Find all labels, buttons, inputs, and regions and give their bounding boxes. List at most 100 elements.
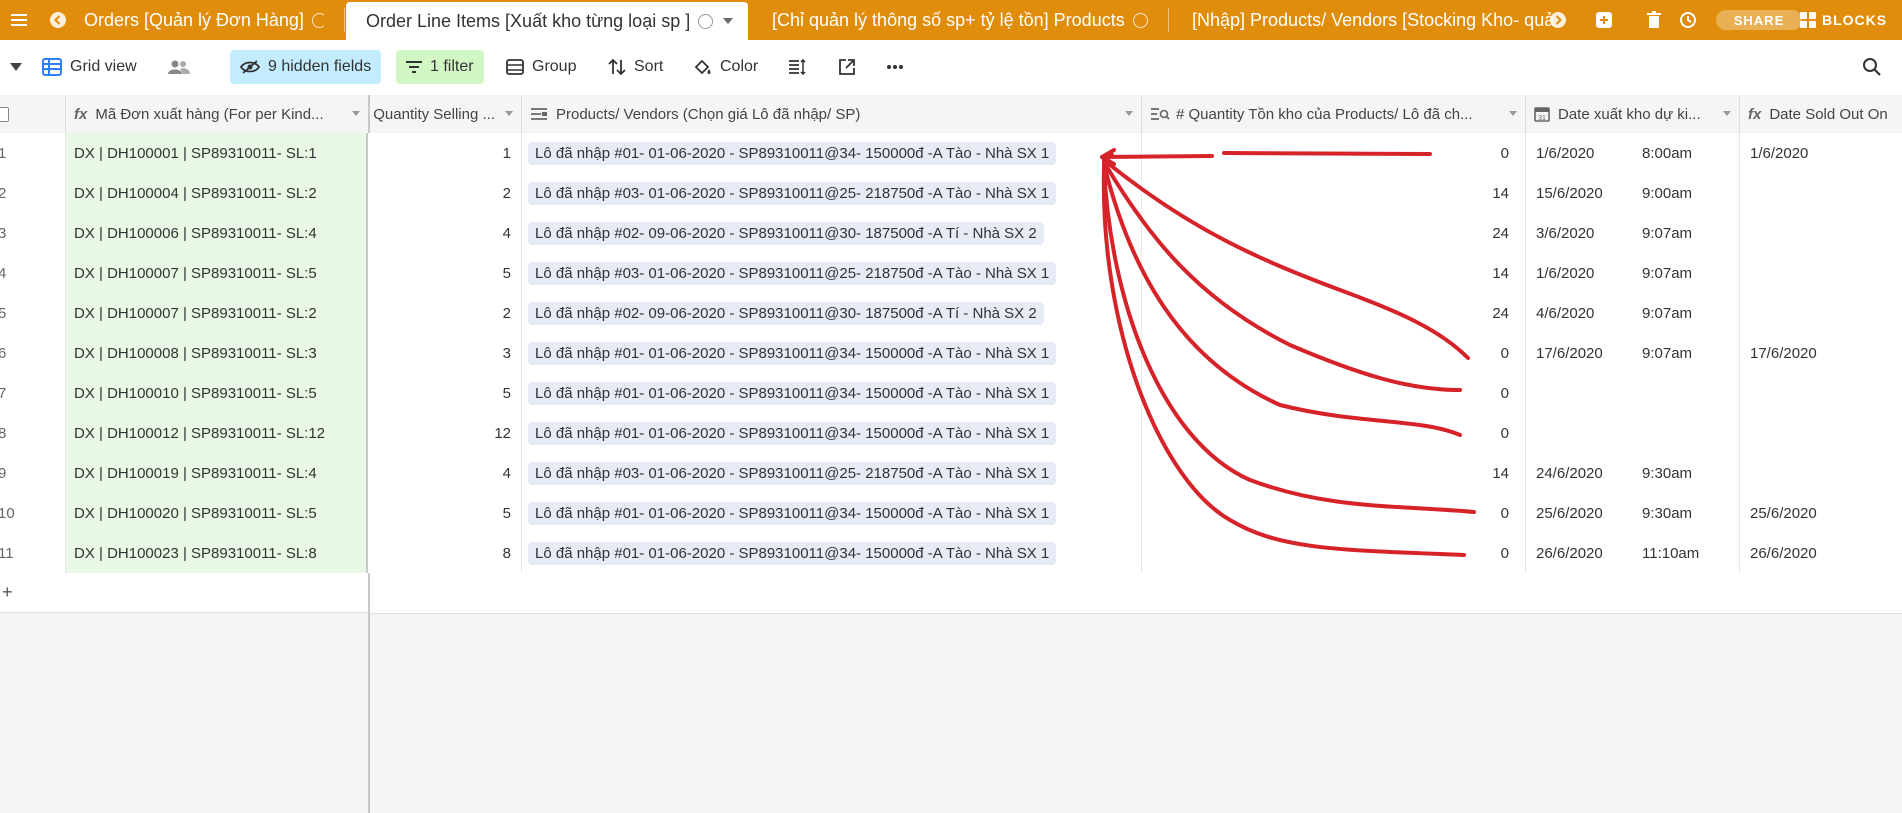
blocks-button[interactable]: BLOCKS bbox=[1800, 0, 1887, 40]
tab-orders[interactable]: Orders [Quản lý Đơn Hàng] bbox=[84, 0, 324, 40]
order-code-cell[interactable]: DX | DH100001 | SP89310011- SL:1 bbox=[66, 133, 368, 173]
history-icon[interactable] bbox=[1676, 0, 1700, 40]
table-row[interactable]: 8 DX | DH100012 | SP89310011- SL:1212Lô đ… bbox=[0, 413, 1902, 454]
order-code-cell[interactable]: DX | DH100012 | SP89310011- SL:12 bbox=[66, 413, 368, 453]
table-row[interactable]: 10 DX | DH100020 | SP89310011- SL:55Lô đã… bbox=[0, 493, 1902, 534]
column-header-stock[interactable]: # Quantity Tồn kho của Products/ Lô đã c… bbox=[1142, 95, 1526, 133]
stock-cell[interactable]: 0 bbox=[1142, 413, 1526, 453]
trash-icon[interactable] bbox=[1642, 0, 1666, 40]
product-cell[interactable]: Lô đã nhập #02- 09-06-2020 - SP89310011@… bbox=[522, 293, 1142, 333]
table-row[interactable]: 11 DX | DH100023 | SP89310011- SL:88Lô đã… bbox=[0, 533, 1902, 574]
table-row[interactable]: 7 DX | DH100010 | SP89310011- SL:55Lô đã … bbox=[0, 373, 1902, 414]
collaborators-icon[interactable] bbox=[168, 50, 198, 84]
stock-cell[interactable]: 24 bbox=[1142, 293, 1526, 333]
quantity-cell[interactable]: 4 bbox=[370, 453, 522, 493]
date-cell[interactable]: 17/6/2020 9:07am bbox=[1526, 333, 1740, 373]
date-cell[interactable]: 25/6/2020 9:30am bbox=[1526, 493, 1740, 533]
stock-cell[interactable]: 0 bbox=[1142, 333, 1526, 373]
linked-record-chip[interactable]: Lô đã nhập #02- 09-06-2020 - SP89310011@… bbox=[528, 221, 1044, 245]
group-button[interactable]: Group bbox=[506, 50, 576, 84]
product-cell[interactable]: Lô đã nhập #02- 09-06-2020 - SP89310011@… bbox=[522, 213, 1142, 253]
view-switcher[interactable]: Grid view bbox=[42, 50, 137, 84]
row-number[interactable]: 8 bbox=[0, 413, 66, 453]
quantity-cell[interactable]: 2 bbox=[370, 293, 522, 333]
hidden-fields-button[interactable]: 9 hidden fields bbox=[230, 50, 382, 84]
date-cell[interactable] bbox=[1526, 373, 1740, 413]
product-cell[interactable]: Lô đã nhập #01- 01-06-2020 - SP89310011@… bbox=[522, 333, 1142, 373]
row-number[interactable]: 6 bbox=[0, 333, 66, 373]
info-icon[interactable] bbox=[698, 13, 714, 29]
table-row[interactable]: 4 DX | DH100007 | SP89310011- SL:55Lô đã … bbox=[0, 253, 1902, 294]
order-code-cell[interactable]: DX | DH100008 | SP89310011- SL:3 bbox=[66, 333, 368, 373]
row-number[interactable]: 2 bbox=[0, 173, 66, 213]
table-row[interactable]: 1DX | DH100001 | SP89310011- SL:11Lô đã … bbox=[0, 133, 1902, 174]
sold-out-date-cell[interactable]: 25/6/2020 bbox=[1740, 493, 1902, 533]
info-icon[interactable] bbox=[311, 12, 324, 28]
column-header-code[interactable]: fx Mã Đơn xuất hàng (For per Kind... bbox=[66, 95, 370, 133]
add-table-icon[interactable] bbox=[1592, 0, 1616, 40]
date-cell[interactable] bbox=[1526, 413, 1740, 453]
sold-out-date-cell[interactable]: 17/6/2020 bbox=[1740, 333, 1902, 373]
product-cell[interactable]: Lô đã nhập #01- 01-06-2020 - SP89310011@… bbox=[522, 533, 1142, 573]
order-code-cell[interactable]: DX | DH100020 | SP89310011- SL:5 bbox=[66, 493, 368, 533]
order-code-cell[interactable]: DX | DH100006 | SP89310011- SL:4 bbox=[66, 213, 368, 253]
stock-cell[interactable]: 0 bbox=[1142, 373, 1526, 413]
linked-record-chip[interactable]: Lô đã nhập #01- 01-06-2020 - SP89310011@… bbox=[528, 381, 1057, 405]
menu-icon[interactable] bbox=[4, 0, 34, 40]
more-options-icon[interactable] bbox=[886, 50, 912, 84]
chevron-down-icon[interactable] bbox=[505, 111, 513, 116]
linked-record-chip[interactable]: Lô đã nhập #02- 09-06-2020 - SP89310011@… bbox=[528, 301, 1044, 325]
product-cell[interactable]: Lô đã nhập #03- 01-06-2020 - SP89310011@… bbox=[522, 453, 1142, 493]
linked-record-chip[interactable]: Lô đã nhập #01- 01-06-2020 - SP89310011@… bbox=[528, 501, 1057, 525]
views-toggle-icon[interactable] bbox=[10, 50, 30, 84]
order-code-cell[interactable]: DX | DH100007 | SP89310011- SL:2 bbox=[66, 293, 368, 333]
stock-cell[interactable]: 0 bbox=[1142, 533, 1526, 573]
date-cell[interactable]: 15/6/2020 9:00am bbox=[1526, 173, 1740, 213]
date-cell[interactable]: 1/6/2020 8:00am bbox=[1526, 133, 1740, 173]
color-button[interactable]: Color bbox=[694, 50, 758, 84]
row-height-icon[interactable] bbox=[788, 50, 814, 84]
quantity-cell[interactable]: 8 bbox=[370, 533, 522, 573]
linked-record-chip[interactable]: Lô đã nhập #01- 01-06-2020 - SP89310011@… bbox=[528, 341, 1057, 365]
stock-cell[interactable]: 14 bbox=[1142, 253, 1526, 293]
filter-button[interactable]: 1 filter bbox=[396, 50, 484, 84]
column-header-product[interactable]: Products/ Vendors (Chọn giá Lô đã nhập/ … bbox=[522, 95, 1142, 133]
quantity-cell[interactable]: 5 bbox=[370, 493, 522, 533]
row-number[interactable]: 1 bbox=[0, 133, 66, 173]
chevron-down-icon[interactable] bbox=[1125, 111, 1133, 116]
tab-products-vendors[interactable]: [Nhập] Products/ Vendors [Stocking Kho- … bbox=[1192, 0, 1554, 40]
sold-out-date-cell[interactable] bbox=[1740, 413, 1902, 453]
sold-out-date-cell[interactable] bbox=[1740, 173, 1902, 213]
order-code-cell[interactable]: DX | DH100010 | SP89310011- SL:5 bbox=[66, 373, 368, 413]
sold-out-date-cell[interactable] bbox=[1740, 373, 1902, 413]
sold-out-date-cell[interactable]: 26/6/2020 bbox=[1740, 533, 1902, 573]
scroll-right-icon[interactable] bbox=[1546, 0, 1570, 40]
sold-out-date-cell[interactable] bbox=[1740, 453, 1902, 493]
stock-cell[interactable]: 0 bbox=[1142, 133, 1526, 173]
sold-out-date-cell[interactable] bbox=[1740, 293, 1902, 333]
table-row[interactable]: 5 DX | DH100007 | SP89310011- SL:22Lô đã … bbox=[0, 293, 1902, 334]
share-button[interactable]: SHARE bbox=[1716, 10, 1802, 30]
order-code-cell[interactable]: DX | DH100007 | SP89310011- SL:5 bbox=[66, 253, 368, 293]
row-number[interactable]: 3 bbox=[0, 213, 66, 253]
date-cell[interactable]: 26/6/2020 11:10am bbox=[1526, 533, 1740, 573]
stock-cell[interactable]: 14 bbox=[1142, 453, 1526, 493]
quantity-cell[interactable]: 4 bbox=[370, 213, 522, 253]
row-number[interactable]: 10 bbox=[0, 493, 66, 533]
stock-cell[interactable]: 24 bbox=[1142, 213, 1526, 253]
table-row[interactable]: 6 DX | DH100008 | SP89310011- SL:33Lô đã … bbox=[0, 333, 1902, 374]
quantity-cell[interactable]: 5 bbox=[370, 253, 522, 293]
quantity-cell[interactable]: 12 bbox=[370, 413, 522, 453]
product-cell[interactable]: Lô đã nhập #03- 01-06-2020 - SP89310011@… bbox=[522, 173, 1142, 213]
sold-out-date-cell[interactable]: 1/6/2020 bbox=[1740, 133, 1902, 173]
linked-record-chip[interactable]: Lô đã nhập #03- 01-06-2020 - SP89310011@… bbox=[528, 261, 1057, 285]
add-row-area[interactable] bbox=[370, 573, 1902, 614]
table-row[interactable]: 9 DX | DH100019 | SP89310011- SL:44Lô đã … bbox=[0, 453, 1902, 494]
column-header-qty[interactable]: Quantity Selling ... bbox=[370, 95, 522, 133]
chevron-down-icon[interactable] bbox=[1723, 111, 1731, 116]
sold-out-date-cell[interactable] bbox=[1740, 253, 1902, 293]
column-header-date[interactable]: 31 Date xuất kho dự ki... bbox=[1526, 95, 1740, 133]
stock-cell[interactable]: 14 bbox=[1142, 173, 1526, 213]
select-all-checkbox[interactable] bbox=[0, 95, 66, 133]
linked-record-chip[interactable]: Lô đã nhập #01- 01-06-2020 - SP89310011@… bbox=[528, 541, 1057, 565]
